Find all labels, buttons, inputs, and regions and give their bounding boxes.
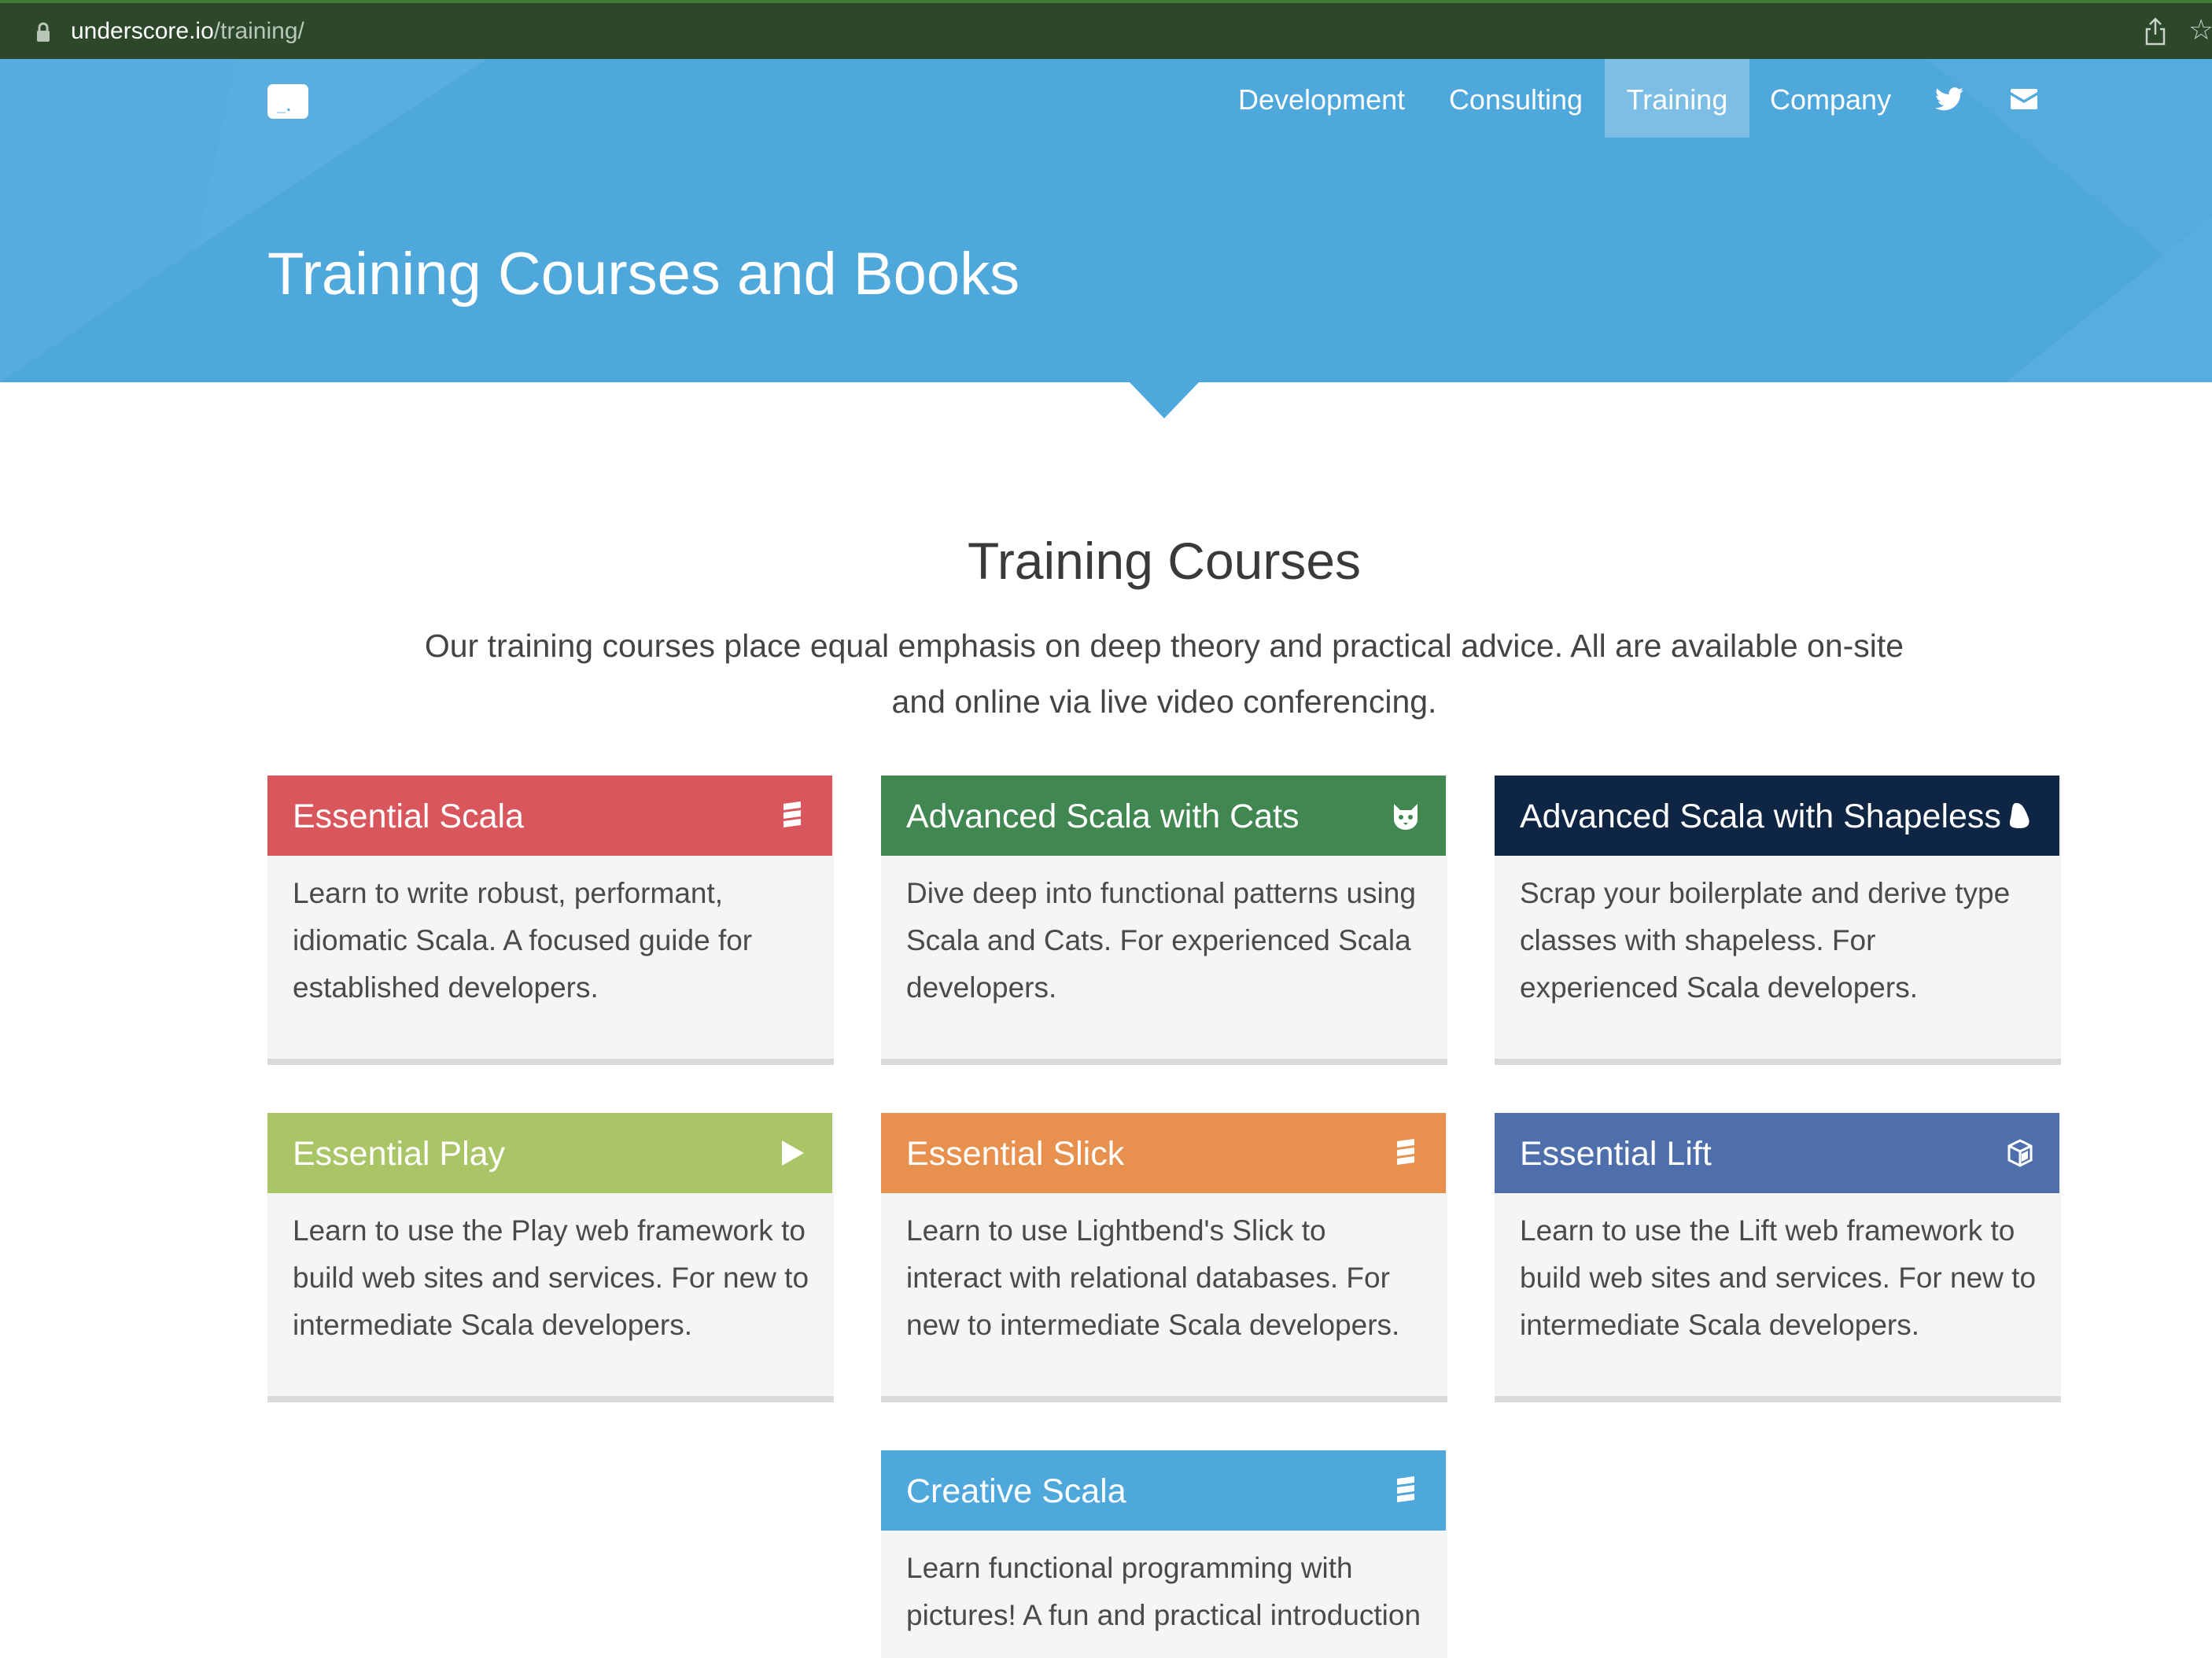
course-description: Learn to use the Lift web framework to b… xyxy=(1520,1214,2037,1341)
course-description: Scrap your boilerplate and derive type c… xyxy=(1520,877,2011,1004)
scala-icon xyxy=(1397,1476,1414,1502)
course-card-header[interactable]: Essential Scala xyxy=(267,776,832,856)
site-logo[interactable]: _. xyxy=(267,84,308,119)
course-title[interactable]: Advanced Scala with Cats xyxy=(906,776,1300,857)
course-card-essential-scala[interactable]: Essential Scala Learn to write robust, p… xyxy=(267,776,834,1065)
lock-icon xyxy=(37,22,50,42)
bookmark-star-icon[interactable]: ☆ xyxy=(2188,14,2212,46)
course-card-essential-slick[interactable]: Essential Slick Learn to use Lightbend's… xyxy=(881,1113,1447,1402)
course-description: Learn to write robust, performant, idiom… xyxy=(293,877,753,1004)
course-title[interactable]: Advanced Scala with Shapeless xyxy=(1520,776,2001,857)
course-card-header[interactable]: Advanced Scala with Shapeless xyxy=(1495,776,2059,856)
course-title[interactable]: Essential Scala xyxy=(293,776,524,857)
course-title[interactable]: Creative Scala xyxy=(906,1450,1126,1532)
nav-development[interactable]: Development xyxy=(1238,59,1405,138)
url-path: /training/ xyxy=(213,18,304,44)
course-description: Dive deep into functional patterns using… xyxy=(906,877,1416,1004)
course-title[interactable]: Essential Lift xyxy=(1520,1113,1712,1195)
nav-training[interactable]: Training xyxy=(1605,59,1749,138)
course-card-essential-lift[interactable]: Essential Lift Learn to use the Lift web… xyxy=(1495,1113,2061,1402)
scala-icon xyxy=(783,801,801,827)
lift-icon xyxy=(2007,1139,2033,1167)
course-description: Learn to use the Play web framework to b… xyxy=(293,1214,809,1341)
course-card-advanced-scala-shapeless[interactable]: Advanced Scala with Shapeless Scrap your… xyxy=(1495,776,2061,1065)
course-card-essential-play[interactable]: Essential Play Learn to use the Play web… xyxy=(267,1113,834,1402)
url-host: underscore.io xyxy=(71,18,214,44)
course-card-header[interactable]: Essential Lift xyxy=(1495,1113,2059,1193)
shapeless-icon xyxy=(2009,802,2030,828)
browser-address-bar[interactable]: underscore.io/training/ ☆ xyxy=(0,0,2212,59)
course-title[interactable]: Essential Play xyxy=(293,1113,505,1195)
course-title[interactable]: Essential Slick xyxy=(906,1113,1124,1195)
nav-consulting[interactable]: Consulting xyxy=(1444,59,1587,138)
envelope-icon[interactable] xyxy=(2011,89,2037,109)
course-card-header[interactable]: Advanced Scala with Cats xyxy=(881,776,1446,856)
hero-pointer-arrow xyxy=(1130,382,1199,418)
play-icon xyxy=(782,1140,804,1166)
twitter-icon[interactable] xyxy=(1935,87,1963,111)
course-description: Learn functional programming with pictur… xyxy=(906,1552,1421,1631)
share-icon[interactable] xyxy=(2144,17,2166,46)
nav-company[interactable]: Company xyxy=(1770,59,1891,138)
course-card-creative-scala[interactable]: Creative Scala Learn functional programm… xyxy=(881,1450,1447,1658)
section-intro: Our training courses place equal emphasi… xyxy=(424,628,1904,720)
scala-icon xyxy=(1397,1139,1414,1165)
course-description: Learn to use Lightbend's Slick to intera… xyxy=(906,1214,1400,1341)
course-card-header[interactable]: Essential Slick xyxy=(881,1113,1446,1193)
course-card-header[interactable]: Creative Scala xyxy=(881,1450,1446,1531)
course-card-advanced-scala-cats[interactable]: Advanced Scala with Cats Dive deep into … xyxy=(881,776,1447,1065)
cat-icon xyxy=(1394,804,1418,830)
site-header: _. Development Consulting Training Compa… xyxy=(0,59,2212,382)
url-text[interactable]: underscore.io/training/ xyxy=(71,17,304,46)
page-title: Training Courses and Books xyxy=(267,241,1020,308)
course-card-header[interactable]: Essential Play xyxy=(267,1113,832,1193)
section-title: Training Courses xyxy=(967,532,1362,590)
